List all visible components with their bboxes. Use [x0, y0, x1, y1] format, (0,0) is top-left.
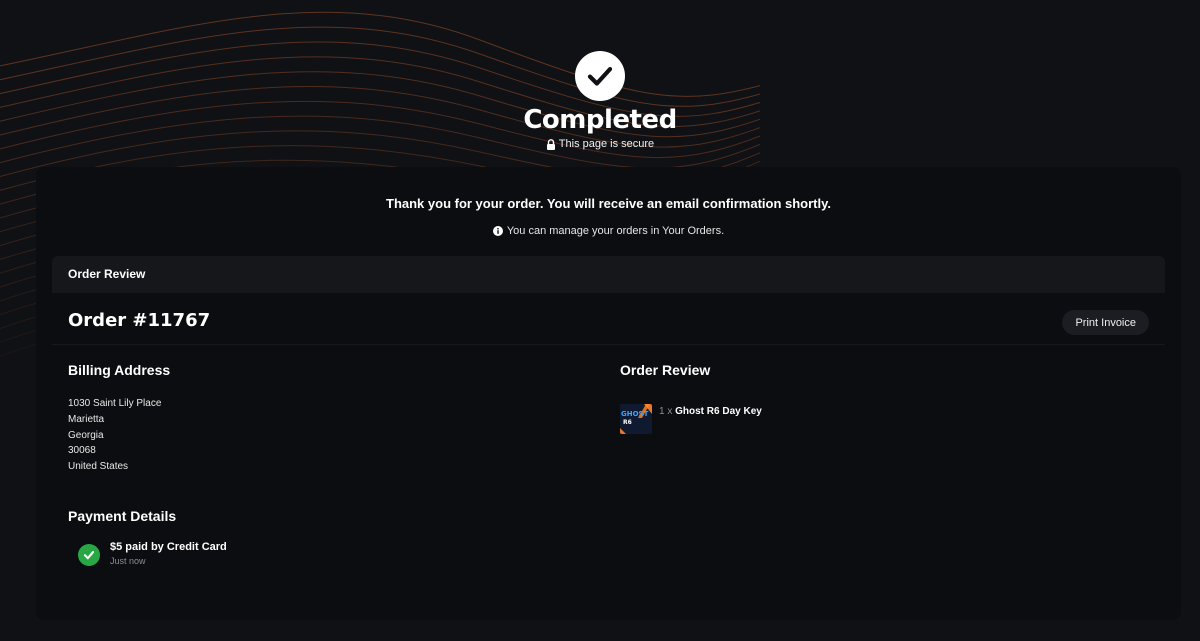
billing-address-title: Billing Address	[68, 362, 171, 378]
page-title: Completed	[523, 105, 677, 135]
payment-info: $5 paid by Credit Card Just now	[110, 541, 227, 566]
page: Completed This page is secure Thank you …	[0, 0, 1200, 641]
billing-address: 1030 Saint Lily Place Marietta Georgia 3…	[68, 396, 161, 475]
manage-orders-note: You can manage your orders in Your Order…	[36, 225, 1181, 237]
info-icon	[492, 226, 503, 236]
address-line: 1030 Saint Lily Place	[68, 398, 162, 409]
success-check-icon	[78, 544, 100, 566]
order-item-text: 1 x Ghost R6 Day Key	[659, 406, 762, 417]
payment-time: Just now	[110, 556, 146, 566]
address-line: Georgia	[68, 429, 104, 441]
item-quantity: 1 x	[659, 406, 673, 417]
order-number: Order #11767	[68, 310, 211, 331]
order-review-header-bar: Order Review	[52, 256, 1165, 293]
print-invoice-button[interactable]: Print Invoice	[1062, 310, 1149, 335]
secure-text: This page is secure	[558, 138, 655, 150]
thank-you-message: Thank you for your order. You will recei…	[386, 196, 831, 211]
completed-check-icon	[575, 51, 625, 101]
item-name: Ghost R6 Day Key	[675, 406, 762, 417]
order-review-title: Order Review	[620, 362, 711, 378]
address-line: Marietta	[68, 413, 105, 425]
manage-orders-text: You can manage your orders in Your Order…	[506, 225, 725, 237]
lock-icon	[546, 138, 555, 150]
payment-summary: $5 paid by Credit Card	[110, 541, 227, 553]
address-line: United States	[68, 461, 129, 473]
secure-notice: This page is secure	[0, 138, 1200, 150]
order-item: GHOST R6 1 x Ghost R6 Day Key	[620, 404, 762, 434]
completion-header: Completed This page is secure	[0, 51, 1200, 150]
divider	[52, 344, 1165, 345]
order-confirmation-card: Thank you for your order. You will recei…	[36, 167, 1181, 620]
payment-entry: $5 paid by Credit Card Just now	[78, 541, 227, 566]
address-line: 30068	[68, 445, 96, 457]
payment-details-title: Payment Details	[68, 508, 177, 524]
thumb-text: GHOST	[621, 410, 649, 418]
thumb-sub: R6	[623, 419, 632, 426]
product-thumbnail: GHOST R6	[620, 404, 652, 434]
order-review-bar-title: Order Review	[68, 267, 146, 281]
check-icon	[587, 67, 613, 86]
